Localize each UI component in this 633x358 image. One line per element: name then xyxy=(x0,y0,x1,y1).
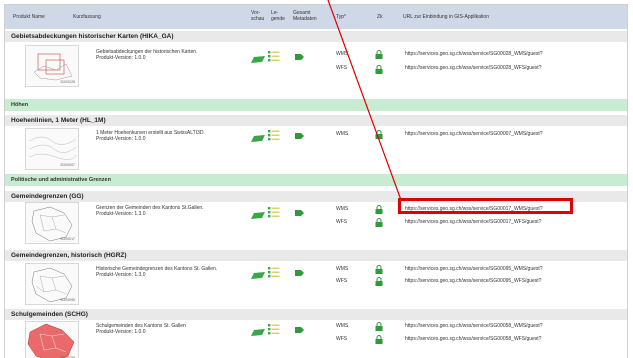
product-thumbnail[interactable]: SG00017 xyxy=(25,202,79,244)
product-title-hl: Hoehenlinien, 1 Meter (HL_1M) xyxy=(5,115,627,126)
lock-icon xyxy=(375,335,383,344)
preview-icon[interactable] xyxy=(251,135,265,143)
product-description: Schulgemeinden des Kantons St. Gallen Pr… xyxy=(96,323,186,335)
metadata-tag-icon[interactable] xyxy=(295,54,304,60)
service-url[interactable]: https://services.geo.sg.ch/wss/service/S… xyxy=(405,266,543,272)
legend-list-icon[interactable] xyxy=(268,51,280,63)
legend-list-icon[interactable] xyxy=(268,207,280,219)
legend-list-icon[interactable] xyxy=(268,324,280,336)
col-typ: Typ* xyxy=(336,14,347,20)
group-politische-grenzen: Politische und administrative Grenzen xyxy=(5,174,627,186)
service-type: WMS xyxy=(336,131,349,137)
col-url: URL zur Einbindung in GIS-Applikation xyxy=(403,14,489,20)
lock-icon xyxy=(375,130,383,139)
product-thumbnail[interactable]: SG00007 xyxy=(25,128,79,170)
col-legende: Le- gende xyxy=(271,10,285,22)
lock-icon xyxy=(375,65,383,74)
product-title-hgrz: Gemeindegrenzen, historisch (HGRZ) xyxy=(5,250,627,261)
service-url[interactable]: https://services.geo.sg.ch/wss/service/S… xyxy=(405,51,543,57)
group-hoehen: Höhen xyxy=(5,99,627,111)
service-type: WFS xyxy=(336,65,348,71)
lock-icon xyxy=(375,218,383,227)
lock-icon xyxy=(375,322,383,331)
product-description: Historische Gemeindegrenzen des Kantons … xyxy=(96,266,218,278)
metadata-tag-icon[interactable] xyxy=(295,210,304,216)
product-description: Grenzen der Gemeinden des Kantons St.Gal… xyxy=(96,205,204,217)
preview-icon[interactable] xyxy=(251,329,265,337)
metadata-tag-icon[interactable] xyxy=(295,133,304,139)
product-title-hika: Gebietsabdeckungen historischer Karten (… xyxy=(5,31,627,42)
col-produkt-name: Produkt Name xyxy=(13,14,45,20)
service-type: WFS xyxy=(336,219,348,225)
product-thumbnail[interactable]: SG00028 xyxy=(25,45,79,87)
lock-icon xyxy=(375,50,383,59)
legend-list-icon[interactable] xyxy=(268,130,280,142)
product-table: Produkt Name Kurzfassung Vor- schau Le- … xyxy=(4,4,628,358)
service-url[interactable]: https://services.geo.sg.ch/wss/service/S… xyxy=(405,278,541,284)
lock-icon xyxy=(375,277,383,286)
product-description: Gebietsabdeckungen der historischen Kart… xyxy=(96,49,198,61)
product-thumbnail[interactable]: SG00095 xyxy=(25,263,79,305)
lock-icon xyxy=(375,265,383,274)
col-kurzfassung: Kurzfassung xyxy=(73,14,101,20)
service-type: WMS xyxy=(336,266,349,272)
table-header: Produkt Name Kurzfassung Vor- schau Le- … xyxy=(5,5,627,29)
legend-list-icon[interactable] xyxy=(268,267,280,279)
highlight-box xyxy=(398,198,573,214)
metadata-tag-icon[interactable] xyxy=(295,270,304,276)
service-url[interactable]: https://services.geo.sg.ch/wss/service/S… xyxy=(405,323,543,329)
col-zugriff: Zk xyxy=(377,14,383,20)
lock-icon xyxy=(375,205,383,214)
service-url[interactable]: https://services.geo.sg.ch/wss/service/S… xyxy=(405,219,541,225)
service-type: WMS xyxy=(336,323,349,329)
product-description: 1 Meter Hoehenkurven erstellt aus SwissA… xyxy=(96,130,205,142)
service-url[interactable]: https://services.geo.sg.ch/wss/service/S… xyxy=(405,336,541,342)
preview-icon[interactable] xyxy=(251,272,265,280)
service-type: WMS xyxy=(336,51,349,57)
col-vorschau: Vor- schau xyxy=(251,10,265,22)
product-title-schg: Schulgemeinden (SCHG) xyxy=(5,309,627,320)
service-type: WFS xyxy=(336,278,348,284)
service-url[interactable]: https://services.geo.sg.ch/wss/service/S… xyxy=(405,65,541,71)
map-thumbnail-icon xyxy=(27,323,75,358)
service-url[interactable]: https://services.geo.sg.ch/wss/service/S… xyxy=(405,131,543,137)
product-thumbnail[interactable]: SG00058 xyxy=(25,321,79,358)
metadata-tag-icon[interactable] xyxy=(295,327,304,333)
preview-icon[interactable] xyxy=(251,56,265,64)
preview-icon[interactable] xyxy=(251,212,265,220)
col-metadaten: Gesamt Metadaten xyxy=(293,10,317,22)
service-type: WFS xyxy=(336,336,348,342)
service-type: WMS xyxy=(336,206,349,212)
